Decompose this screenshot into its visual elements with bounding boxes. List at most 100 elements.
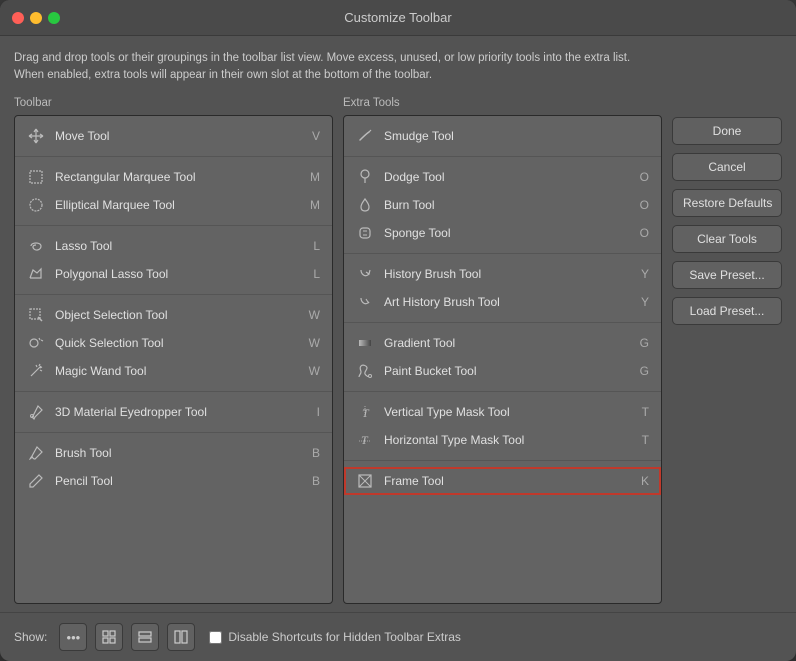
main-window: Customize Toolbar Drag and drop tools or…	[0, 0, 796, 661]
list-item[interactable]: Paint Bucket Tool G	[344, 357, 661, 385]
tool-shortcut: T	[642, 405, 649, 419]
list-item[interactable]: Lasso Tool L	[15, 232, 332, 260]
tool-group-selection: Object Selection Tool W Quick Selection …	[15, 295, 332, 392]
tool-name: Frame Tool	[384, 474, 631, 488]
maximize-button[interactable]	[48, 12, 60, 24]
done-button[interactable]: Done	[672, 117, 782, 145]
list-item[interactable]: Polygonal Lasso Tool L	[15, 260, 332, 288]
extra-tools-list[interactable]: Smudge Tool Dodge Tool O	[343, 115, 662, 605]
list-item[interactable]: Dodge Tool O	[344, 163, 661, 191]
sponge-icon	[356, 224, 374, 242]
show-columns-button[interactable]	[167, 623, 195, 651]
minimize-button[interactable]	[30, 12, 42, 24]
restore-defaults-button[interactable]: Restore Defaults	[672, 189, 782, 217]
toolbar-panel: Toolbar Move Tool V	[14, 97, 333, 605]
svg-text:T: T	[362, 406, 370, 420]
tool-shortcut: B	[312, 474, 320, 488]
list-item[interactable]: Elliptical Marquee Tool M	[15, 191, 332, 219]
show-view-button[interactable]	[95, 623, 123, 651]
smudge-icon	[356, 127, 374, 145]
side-buttons: Done Cancel Restore Defaults Clear Tools…	[672, 97, 782, 605]
extra-group-smudge: Smudge Tool	[344, 116, 661, 157]
tool-group-marquee: Rectangular Marquee Tool M Elliptical Ma…	[15, 157, 332, 226]
tool-shortcut: W	[309, 336, 320, 350]
list-item[interactable]: Brush Tool B	[15, 439, 332, 467]
list-item[interactable]: Smudge Tool	[344, 122, 661, 150]
tool-name: Art History Brush Tool	[384, 295, 631, 309]
tool-shortcut: V	[312, 129, 320, 143]
list-item[interactable]: T Vertical Type Mask Tool T	[344, 398, 661, 426]
main-row: Toolbar Move Tool V	[14, 97, 782, 605]
extra-group-history: History Brush Tool Y Art History Brush T…	[344, 254, 661, 323]
list-item[interactable]: Move Tool V	[15, 122, 332, 150]
show-more-button[interactable]: •••	[59, 623, 87, 651]
close-button[interactable]	[12, 12, 24, 24]
quick-select-icon	[27, 334, 45, 352]
tool-shortcut: M	[310, 198, 320, 212]
toolbar-list[interactable]: Move Tool V Rectangular Marquee Tool M	[14, 115, 333, 605]
extra-group-dodge: Dodge Tool O Burn Tool O	[344, 157, 661, 254]
object-select-icon	[27, 306, 45, 324]
dodge-icon	[356, 168, 374, 186]
tool-name: 3D Material Eyedropper Tool	[55, 405, 307, 419]
magic-wand-icon	[27, 362, 45, 380]
lasso-icon	[27, 237, 45, 255]
tool-name: Paint Bucket Tool	[384, 364, 630, 378]
tool-group-lasso: Lasso Tool L Polygonal Lasso Tool L	[15, 226, 332, 295]
toolbar-label: Toolbar	[14, 97, 333, 109]
description-text: Drag and drop tools or their groupings i…	[14, 50, 654, 85]
load-preset-button[interactable]: Load Preset...	[672, 297, 782, 325]
tool-shortcut: O	[640, 170, 649, 184]
list-item-frame[interactable]: Frame Tool K	[344, 467, 661, 495]
tool-name: Object Selection Tool	[55, 308, 299, 322]
list-item[interactable]: Art History Brush Tool Y	[344, 288, 661, 316]
paint-bucket-icon	[356, 362, 374, 380]
window-title: Customize Toolbar	[344, 10, 451, 25]
bottom-bar: Show: ••• Disable Shortcuts for Hidden T…	[0, 612, 796, 661]
tool-shortcut: Y	[641, 267, 649, 281]
disable-shortcuts-checkbox[interactable]	[209, 631, 222, 644]
traffic-lights	[12, 12, 60, 24]
tool-group-brush: Brush Tool B Pencil Tool B	[15, 433, 332, 501]
tool-name: Lasso Tool	[55, 239, 303, 253]
disable-shortcuts-label[interactable]: Disable Shortcuts for Hidden Toolbar Ext…	[209, 630, 461, 644]
rect-marquee-icon	[27, 168, 45, 186]
tool-name: Pencil Tool	[55, 474, 302, 488]
svg-text:T: T	[361, 433, 369, 447]
list-item[interactable]: Magic Wand Tool W	[15, 357, 332, 385]
show-list-button[interactable]	[131, 623, 159, 651]
tool-shortcut: T	[642, 433, 649, 447]
list-item[interactable]: T Horizontal Type Mask Tool T	[344, 426, 661, 454]
list-item[interactable]: 3D Material Eyedropper Tool I	[15, 398, 332, 426]
tool-shortcut: W	[309, 308, 320, 322]
save-preset-button[interactable]: Save Preset...	[672, 261, 782, 289]
list-item[interactable]: Rectangular Marquee Tool M	[15, 163, 332, 191]
brush-icon	[27, 444, 45, 462]
disable-shortcuts-text: Disable Shortcuts for Hidden Toolbar Ext…	[228, 630, 461, 644]
extra-group-type-mask: T Vertical Type Mask Tool T T Horizontal…	[344, 392, 661, 461]
content-area: Drag and drop tools or their groupings i…	[0, 36, 796, 604]
tool-shortcut: G	[640, 364, 649, 378]
tool-name: Smudge Tool	[384, 129, 649, 143]
list-item[interactable]: Sponge Tool O	[344, 219, 661, 247]
tool-name: Horizontal Type Mask Tool	[384, 433, 632, 447]
tool-shortcut: O	[640, 226, 649, 240]
list-item[interactable]: Quick Selection Tool W	[15, 329, 332, 357]
list-item[interactable]: Burn Tool O	[344, 191, 661, 219]
tool-shortcut: Y	[641, 295, 649, 309]
list-item[interactable]: Gradient Tool G	[344, 329, 661, 357]
tool-shortcut: I	[317, 405, 320, 419]
extra-group-frame: Frame Tool K	[344, 461, 661, 501]
frame-icon	[356, 472, 374, 490]
tool-name: Burn Tool	[384, 198, 630, 212]
list-item[interactable]: History Brush Tool Y	[344, 260, 661, 288]
list-item[interactable]: Pencil Tool B	[15, 467, 332, 495]
clear-tools-button[interactable]: Clear Tools	[672, 225, 782, 253]
cancel-button[interactable]: Cancel	[672, 153, 782, 181]
tool-name: Magic Wand Tool	[55, 364, 299, 378]
tool-shortcut: L	[313, 267, 320, 281]
tool-shortcut: M	[310, 170, 320, 184]
extra-tools-panel: Extra Tools Smudge Tool	[343, 97, 662, 605]
tool-name: Elliptical Marquee Tool	[55, 198, 300, 212]
list-item[interactable]: Object Selection Tool W	[15, 301, 332, 329]
